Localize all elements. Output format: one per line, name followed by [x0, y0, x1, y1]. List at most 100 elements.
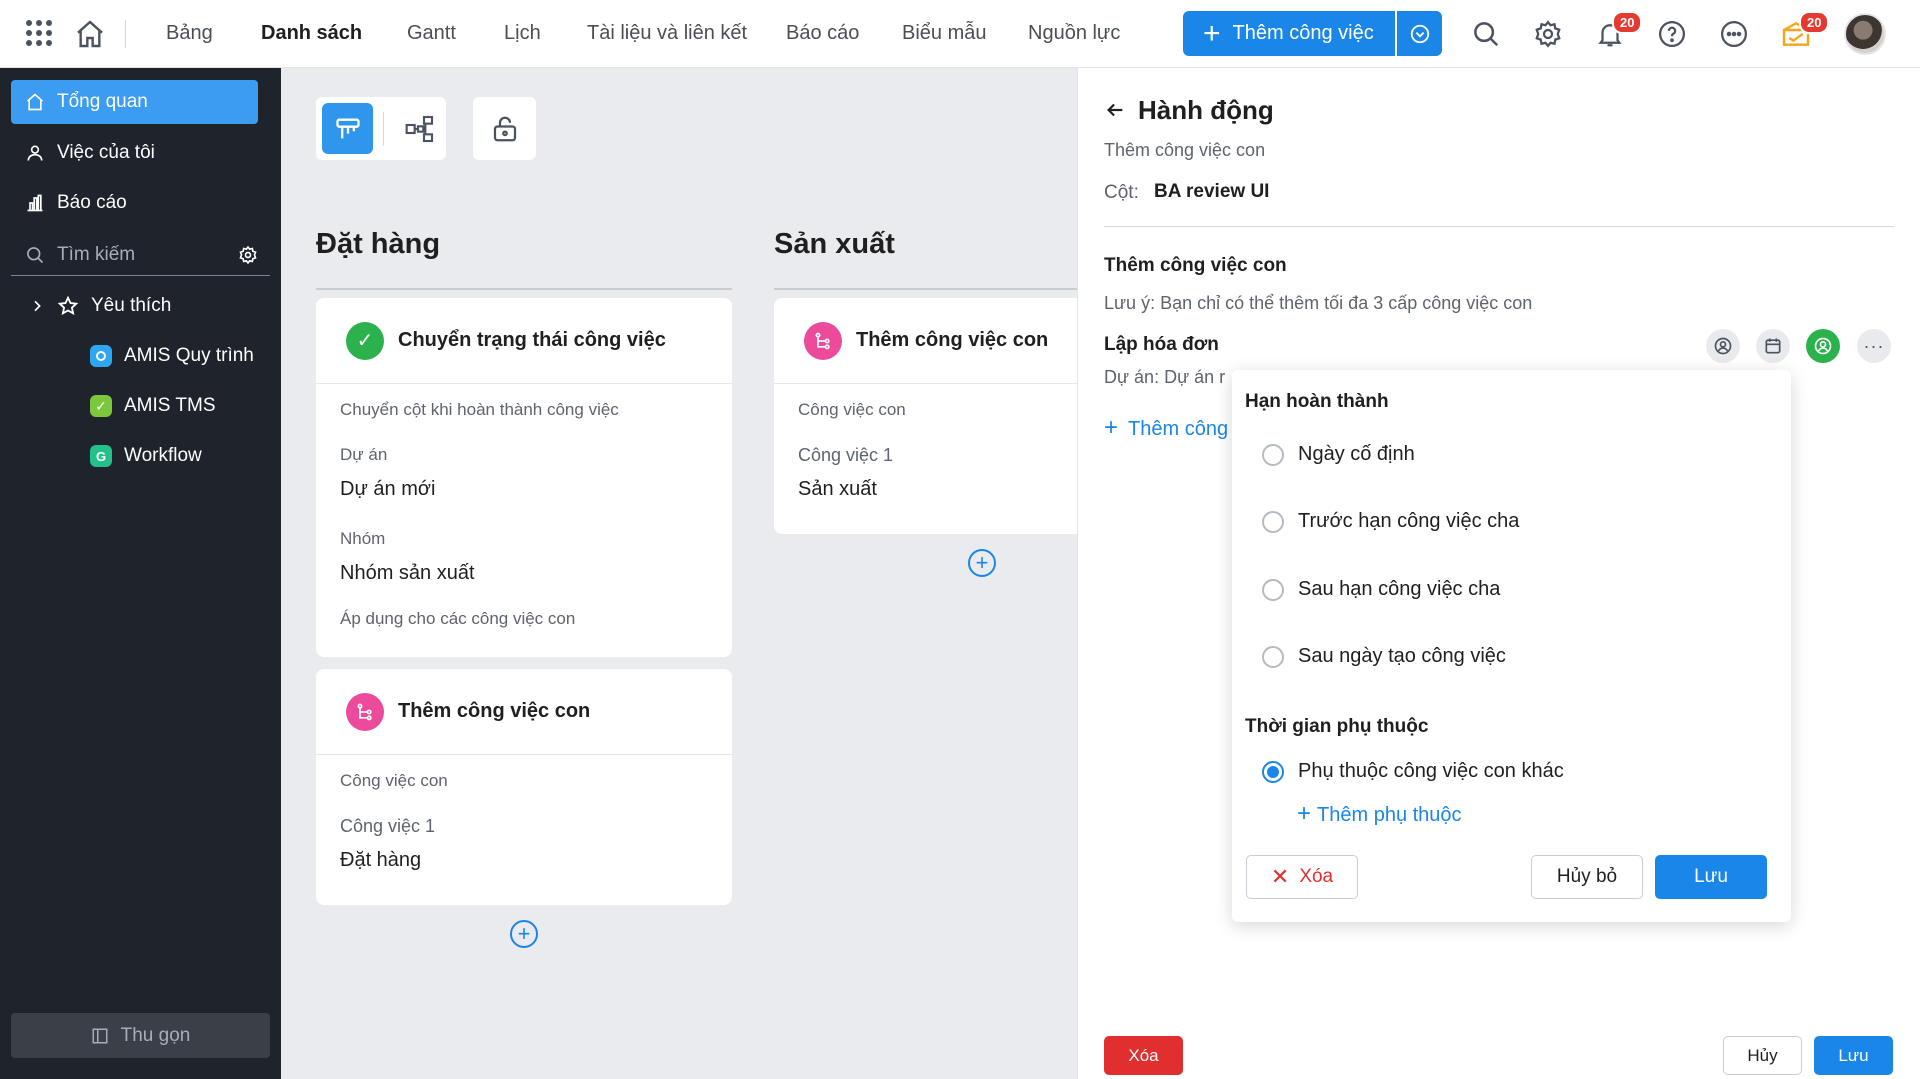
card-task-label: Công việc 1 [798, 445, 894, 465]
add-subtask-label: Thêm công [1128, 418, 1229, 440]
collapse-sidebar-button[interactable]: Thu gọn [11, 1013, 270, 1058]
sidebar-app-label: AMIS TMS [124, 395, 216, 416]
sidebar-item-label: Yêu thích [91, 295, 172, 316]
card-title: Chuyển trạng thái công việc [398, 329, 666, 351]
add-dependency-link[interactable]: + Thêm phụ thuộc [1297, 800, 1462, 828]
card-group-value: Nhóm sản xuất [340, 562, 475, 584]
workflow-diagram-icon [405, 115, 433, 142]
add-action-button[interactable]: + [510, 920, 538, 948]
sidebar-item-label: Tổng quan [57, 91, 148, 112]
sidebar-item-label: Báo cáo [57, 192, 127, 213]
lock-button[interactable] [473, 97, 536, 160]
divider [1104, 226, 1894, 227]
plus-icon: + [1104, 414, 1119, 441]
chevron-down-circle-icon [1410, 24, 1429, 43]
sidebar-item-favorites[interactable]: Yêu thích [11, 284, 258, 328]
radio-label: Sau hạn công việc cha [1298, 578, 1501, 600]
sidebar-app-workflow[interactable]: G Workflow [90, 436, 202, 476]
deadline-title: Hạn hoàn thành [1245, 391, 1389, 412]
collapse-label: Thu gọn [120, 1024, 191, 1046]
card-title: Thêm công việc con [398, 700, 591, 722]
panel-cancel-button[interactable]: Hủy [1723, 1036, 1802, 1075]
action-card[interactable]: Thêm công việc con Công việc con Công vi… [774, 298, 1114, 534]
sidebar-app-amis-tms[interactable]: ✓ AMIS TMS [90, 386, 216, 426]
tab-board[interactable]: Bảng [166, 22, 213, 45]
subtask-name[interactable]: Lập hóa đơn [1104, 334, 1219, 356]
app-circle-icon [90, 345, 112, 367]
sidebar-item-my-tasks[interactable]: Việc của tôi [11, 131, 258, 175]
popup-save-button[interactable]: Lưu [1655, 855, 1767, 899]
deadline-option-before-parent[interactable]: Trước hạn công việc cha [1262, 510, 1519, 533]
sidebar-app-amis-quy-trinh[interactable]: AMIS Quy trình [90, 336, 254, 376]
tab-calendar[interactable]: Lịch [504, 22, 541, 45]
deadline-option-fixed-date[interactable]: Ngày cố định [1262, 443, 1415, 466]
tab-documents[interactable]: Tài liệu và liên kết [587, 22, 747, 45]
home-icon[interactable] [74, 18, 106, 50]
tab-list[interactable]: Danh sách [261, 22, 362, 45]
dependency-option[interactable]: Phụ thuộc công việc con khác [1262, 760, 1564, 783]
deadline-option-after-parent[interactable]: Sau hạn công việc cha [1262, 578, 1500, 601]
panel-delete-button[interactable]: Xóa [1104, 1036, 1183, 1075]
search-settings-gear-icon[interactable] [238, 245, 258, 265]
action-card[interactable]: ✓ Chuyển trạng thái công việc Chuyển cột… [316, 298, 732, 657]
settings-gear-icon[interactable] [1530, 16, 1566, 52]
plus-icon: + [1297, 800, 1312, 827]
search-placeholder: Tìm kiếm [57, 243, 136, 265]
sidebar-item-overview[interactable]: Tổng quan [11, 80, 258, 124]
back-arrow-icon[interactable] [1104, 99, 1126, 121]
add-task-button[interactable]: + Thêm công việc [1183, 11, 1395, 56]
tab-gantt[interactable]: Gantt [407, 22, 456, 45]
follower-icon[interactable] [1806, 329, 1840, 363]
close-icon: ✕ [1270, 864, 1290, 889]
card-subtitle: Công việc con [798, 400, 906, 419]
workflow-view-button[interactable] [394, 103, 445, 154]
check-icon: ✓ [346, 321, 384, 360]
tab-forms[interactable]: Biểu mẫu [902, 22, 987, 45]
user-icon [27, 145, 43, 161]
tab-reports[interactable]: Báo cáo [786, 22, 859, 45]
star-icon [57, 295, 79, 316]
board-view-button[interactable] [322, 103, 373, 154]
sidebar-app-label: AMIS Quy trình [124, 345, 254, 366]
card-subtitle: Công việc con [340, 771, 448, 790]
user-avatar[interactable] [1844, 13, 1886, 55]
search-icon[interactable] [1468, 16, 1504, 52]
add-action-button[interactable]: + [968, 549, 996, 577]
column-label: Cột: [1104, 182, 1139, 203]
card-header: Thêm công việc con [316, 669, 732, 755]
radio-button[interactable] [1262, 578, 1284, 601]
help-icon[interactable] [1654, 16, 1690, 52]
popup-delete-button[interactable]: ✕ Xóa [1246, 855, 1358, 899]
radio-button[interactable] [1262, 443, 1284, 466]
column-title: Đặt hàng [316, 228, 441, 260]
sidebar-item-reports[interactable]: Báo cáo [11, 181, 258, 225]
add-subtask-link[interactable]: + Thêm công [1104, 414, 1232, 442]
view-switch [316, 97, 446, 160]
calendar-icon[interactable] [1756, 329, 1790, 363]
card-task-value: Đặt hàng [340, 849, 422, 871]
more-options-icon[interactable]: ··· [1857, 329, 1891, 363]
radio-button[interactable] [1262, 645, 1284, 668]
sidebar-search[interactable]: Tìm kiếm [11, 234, 270, 276]
collapse-panel-icon [92, 1028, 108, 1043]
section-title: Thêm công việc con [1104, 255, 1287, 276]
subtask-icon [346, 692, 384, 731]
app-grid-icon[interactable] [26, 20, 52, 46]
panel-save-button[interactable]: Lưu [1814, 1036, 1893, 1075]
radio-button[interactable] [1262, 510, 1284, 533]
radio-button-selected[interactable] [1262, 760, 1284, 783]
deadline-option-after-created[interactable]: Sau ngày tạo công việc [1262, 645, 1506, 668]
assignee-icon[interactable] [1706, 329, 1740, 363]
chevron-right-icon [34, 300, 41, 312]
panel-title: Hành động [1138, 95, 1274, 125]
action-card[interactable]: Thêm công việc con Công việc con Công vi… [316, 669, 732, 905]
tab-resources[interactable]: Nguồn lực [1028, 22, 1120, 45]
card-task-label: Công việc 1 [340, 816, 436, 836]
notification-badge: 20 [1612, 11, 1643, 34]
subtask-icon [804, 321, 842, 360]
plus-icon: + [1203, 16, 1221, 50]
more-apps-icon[interactable] [1716, 16, 1752, 52]
popup-cancel-button[interactable]: Hủy bỏ [1531, 855, 1643, 899]
home-icon [26, 93, 44, 111]
add-task-dropdown-button[interactable] [1397, 11, 1442, 56]
